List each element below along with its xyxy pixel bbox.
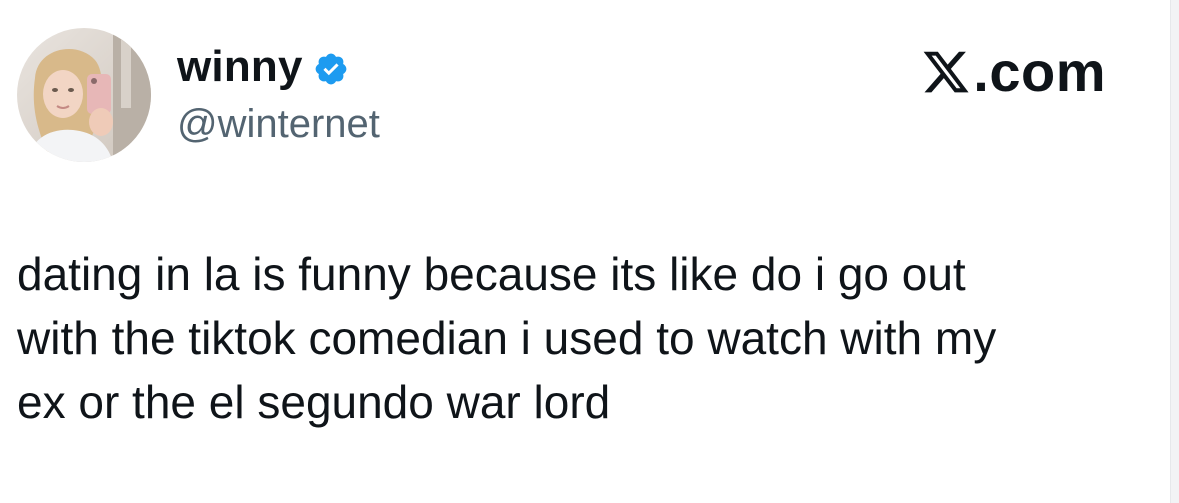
brand-watermark: .com	[921, 40, 1106, 104]
author-handle[interactable]: @winternet	[177, 100, 380, 148]
brand-label: .com	[973, 40, 1106, 103]
author-name-row: winny	[177, 40, 349, 94]
display-name[interactable]: winny	[177, 40, 303, 94]
tweet-card: winny @winternet .com dating in la is fu…	[0, 0, 1170, 503]
right-edge-divider	[1170, 0, 1179, 503]
profile-photo	[17, 28, 151, 162]
x-logo-icon	[923, 51, 969, 93]
tweet-text: dating in la is funny because its like d…	[17, 248, 997, 428]
verified-badge-icon	[315, 53, 347, 85]
avatar[interactable]	[17, 28, 151, 162]
